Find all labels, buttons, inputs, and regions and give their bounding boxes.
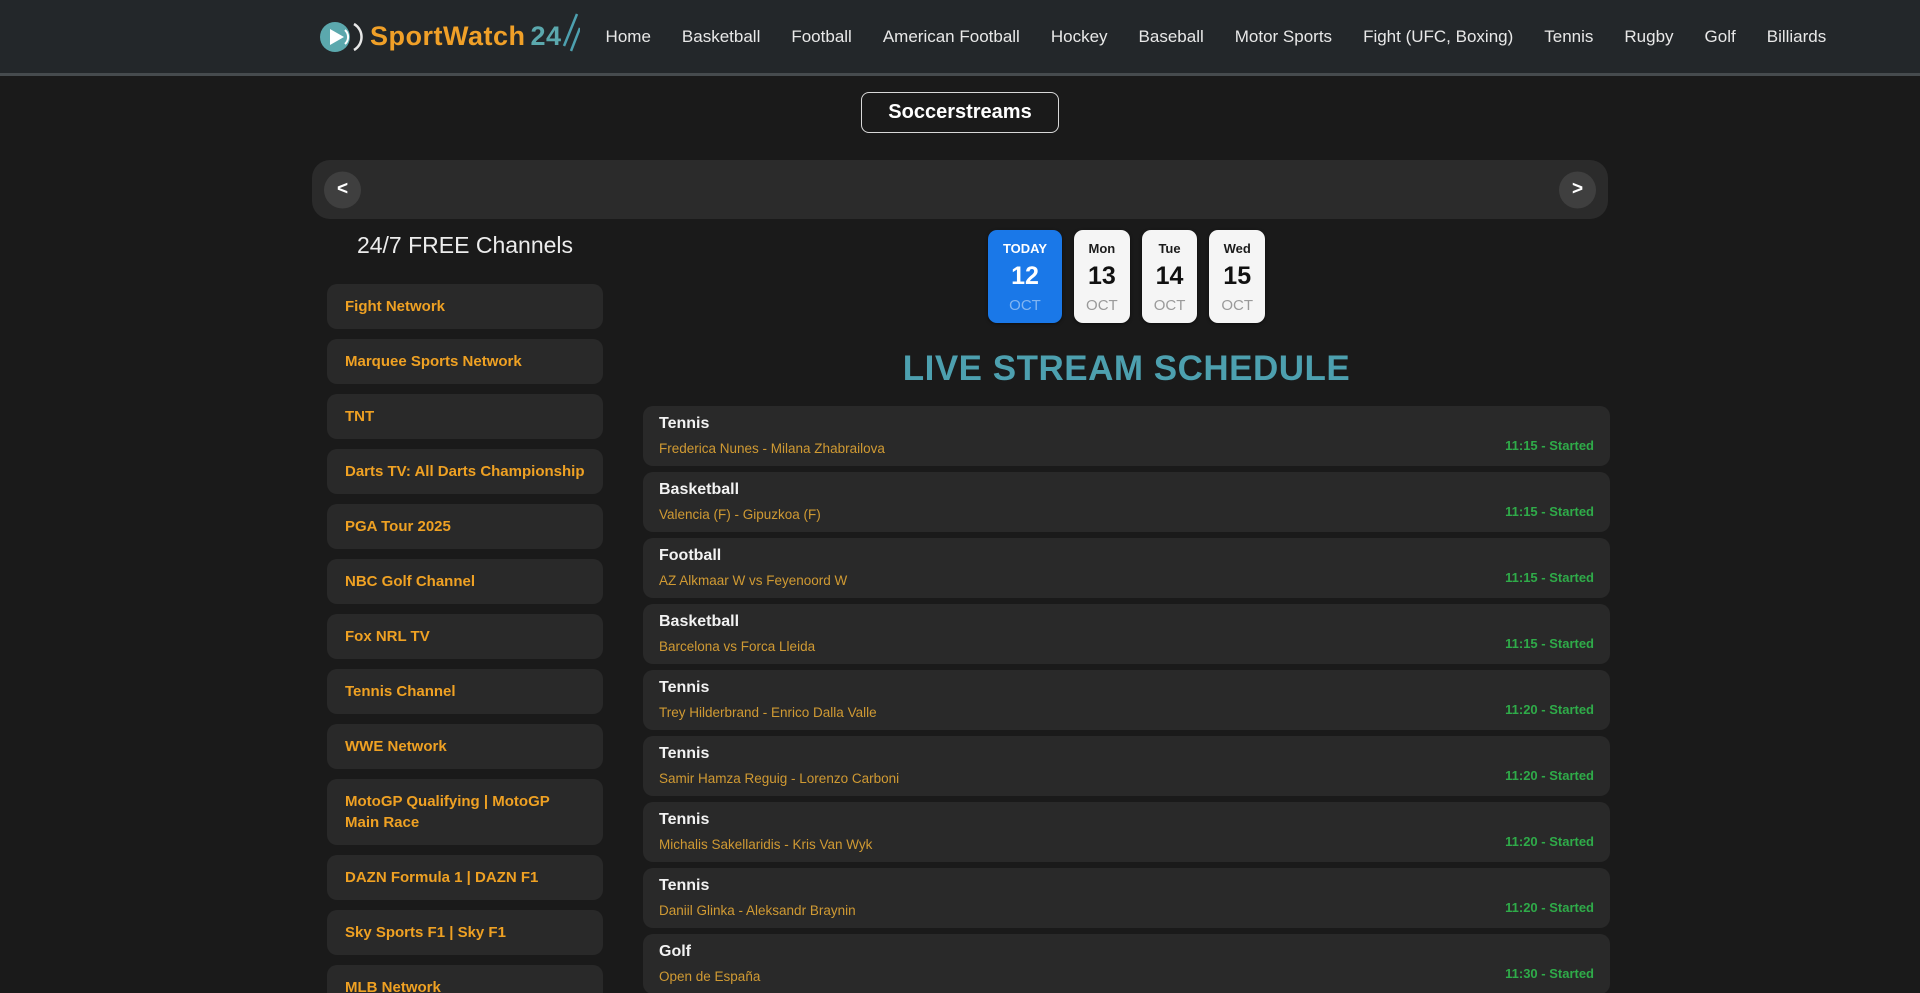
channels-list: Fight Network Marquee Sports Network TNT Da… xyxy=(327,284,603,993)
date-box-today-12[interactable]: TODAY 12 OCT xyxy=(988,230,1062,323)
event-sport: Tennis xyxy=(659,877,1594,895)
date-box-wed-15[interactable]: Wed 15 OCT xyxy=(1209,230,1265,323)
event-match: Valencia (F) - Gipuzkoa (F) xyxy=(659,507,1594,522)
event-time-status: 11:20 - Started xyxy=(1505,900,1594,915)
event-row[interactable]: Tennis Samir Hamza Reguig - Lorenzo Carbo… xyxy=(643,736,1610,796)
channel-button-mlb-network[interactable]: MLB Network xyxy=(327,965,603,993)
date-selector: TODAY 12 OCT Mon 13 OCT Tue 14 OCT Wed 15 OCT xyxy=(643,230,1610,323)
soccerstreams-button[interactable]: Soccerstreams xyxy=(861,92,1058,133)
carousel-prev-button[interactable]: < xyxy=(324,171,361,208)
date-box-mon-13[interactable]: Mon 13 OCT xyxy=(1074,230,1130,323)
date-day-label: Mon xyxy=(1086,241,1118,256)
event-sport: Tennis xyxy=(659,811,1594,829)
schedule-title: LIVE STREAM SCHEDULE xyxy=(643,349,1610,389)
channel-button-wwe-network[interactable]: WWE Network xyxy=(327,724,603,769)
nav-link-baseball[interactable]: Baseball xyxy=(1139,27,1204,47)
channels-panel: 24/7 FREE Channels Fight Network Marquee … xyxy=(327,219,603,993)
nav-link-basketball[interactable]: Basketball xyxy=(682,27,760,47)
event-sport: Tennis xyxy=(659,679,1594,697)
channel-button-pga-tour-2025[interactable]: PGA Tour 2025 xyxy=(327,504,603,549)
event-sport: Golf xyxy=(659,943,1594,961)
date-day-label: Wed xyxy=(1221,241,1253,256)
nav-link-billiards[interactable]: Billiards xyxy=(1767,27,1827,47)
event-row[interactable]: Football AZ Alkmaar W vs Feyenoord W11:15… xyxy=(643,538,1610,598)
date-month-label: OCT xyxy=(1221,297,1253,314)
date-month-label: OCT xyxy=(1086,297,1118,314)
event-sport: Basketball xyxy=(659,481,1594,499)
brand-name: SportWatch xyxy=(370,21,526,51)
speed-slashes-icon xyxy=(560,12,580,52)
channel-button-sky-sports-f1-sky-f1[interactable]: Sky Sports F1 | Sky F1 xyxy=(327,910,603,955)
event-time-status: 11:15 - Started xyxy=(1505,438,1594,453)
play-circle-icon xyxy=(318,16,366,58)
date-month-label: OCT xyxy=(1003,297,1047,314)
channel-button-fight-network[interactable]: Fight Network xyxy=(327,284,603,329)
nav-bar: SportWatch24 Home Basketball Football Ameri… xyxy=(0,0,1920,76)
event-row[interactable]: Basketball Valencia (F) - Gipuzkoa (F)11:… xyxy=(643,472,1610,532)
nav-link-american-football[interactable]: American Football xyxy=(883,27,1020,47)
nav-link-motor-sports[interactable]: Motor Sports xyxy=(1235,27,1332,47)
event-sport: Tennis xyxy=(659,415,1594,433)
nav-link-rugby[interactable]: Rugby xyxy=(1624,27,1673,47)
date-number: 12 xyxy=(1003,262,1047,291)
event-time-status: 11:15 - Started xyxy=(1505,504,1594,519)
nav-links: Home Basketball Football American Football H… xyxy=(606,27,1827,47)
channel-button-dazn-formula-1-dazn-f1[interactable]: DAZN Formula 1 | DAZN F1 xyxy=(327,855,603,900)
event-match: Daniil Glinka - Aleksandr Braynin xyxy=(659,903,1594,918)
event-time-status: 11:20 - Started xyxy=(1505,834,1594,849)
event-time-status: 11:15 - Started xyxy=(1505,636,1594,651)
event-sport: Football xyxy=(659,547,1594,565)
event-match: Trey Hilderbrand - Enrico Dalla Valle xyxy=(659,705,1594,720)
event-row[interactable]: Tennis Daniil Glinka - Aleksandr Braynin1… xyxy=(643,868,1610,928)
date-month-label: OCT xyxy=(1154,297,1186,314)
date-number: 13 xyxy=(1086,262,1118,291)
event-match: Samir Hamza Reguig - Lorenzo Carboni xyxy=(659,771,1594,786)
brand-suffix: 24 xyxy=(531,21,562,51)
nav-link-home[interactable]: Home xyxy=(606,27,651,47)
event-time-status: 11:15 - Started xyxy=(1505,570,1594,585)
nav-link-hockey[interactable]: Hockey xyxy=(1051,27,1108,47)
event-match: Open de España xyxy=(659,969,1594,984)
event-match: Frederica Nunes - Milana Zhabrailova xyxy=(659,441,1594,456)
event-time-status: 11:20 - Started xyxy=(1505,768,1594,783)
event-row[interactable]: Tennis Frederica Nunes - Milana Zhabrailo… xyxy=(643,406,1610,466)
date-number: 14 xyxy=(1154,262,1186,291)
event-match: Michalis Sakellaridis - Kris Van Wyk xyxy=(659,837,1594,852)
date-day-label: Tue xyxy=(1154,241,1186,256)
event-row[interactable]: Tennis Michalis Sakellaridis - Kris Van W… xyxy=(643,802,1610,862)
event-sport: Tennis xyxy=(659,745,1594,763)
event-match: AZ Alkmaar W vs Feyenoord W xyxy=(659,573,1594,588)
event-row[interactable]: Tennis Trey Hilderbrand - Enrico Dalla Va… xyxy=(643,670,1610,730)
event-time-status: 11:20 - Started xyxy=(1505,702,1594,717)
event-match: Barcelona vs Forca Lleida xyxy=(659,639,1594,654)
date-number: 15 xyxy=(1221,262,1253,291)
brand-text: SportWatch24 xyxy=(370,21,562,52)
nav-link-fight-ufc-boxing[interactable]: Fight (UFC, Boxing) xyxy=(1363,27,1513,47)
nav-link-football[interactable]: Football xyxy=(791,27,851,47)
schedule-list: Tennis Frederica Nunes - Milana Zhabrailo… xyxy=(643,406,1610,993)
event-time-status: 11:30 - Started xyxy=(1505,966,1594,981)
channel-button-tennis-channel[interactable]: Tennis Channel xyxy=(327,669,603,714)
channel-button-nbc-golf-channel[interactable]: NBC Golf Channel xyxy=(327,559,603,604)
channel-button-darts-tv-all-darts-championship[interactable]: Darts TV: All Darts Championship xyxy=(327,449,603,494)
event-row[interactable]: Basketball Barcelona vs Forca Lleida11:15… xyxy=(643,604,1610,664)
logo[interactable]: SportWatch24 xyxy=(318,12,580,62)
channels-title: 24/7 FREE Channels xyxy=(327,232,603,259)
event-row[interactable]: Golf Open de España11:30 - Started xyxy=(643,934,1610,993)
date-box-tue-14[interactable]: Tue 14 OCT xyxy=(1142,230,1198,323)
channel-button-tnt[interactable]: TNT xyxy=(327,394,603,439)
nav-link-tennis[interactable]: Tennis xyxy=(1544,27,1593,47)
channel-button-marquee-sports-network[interactable]: Marquee Sports Network xyxy=(327,339,603,384)
hero-carousel: < > xyxy=(312,160,1608,219)
schedule-panel: TODAY 12 OCT Mon 13 OCT Tue 14 OCT Wed 15 OCT LIVE … xyxy=(643,219,1610,993)
nav-link-golf[interactable]: Golf xyxy=(1705,27,1736,47)
date-day-label: TODAY xyxy=(1003,241,1047,256)
channel-button-fox-nrl-tv[interactable]: Fox NRL TV xyxy=(327,614,603,659)
carousel-next-button[interactable]: > xyxy=(1559,171,1596,208)
event-sport: Basketball xyxy=(659,613,1594,631)
main-content: 24/7 FREE Channels Fight Network Marquee … xyxy=(0,219,1920,993)
channel-button-motogp-qualifying-motogp-main-race[interactable]: MotoGP Qualifying | MotoGP Main Race xyxy=(327,779,603,845)
